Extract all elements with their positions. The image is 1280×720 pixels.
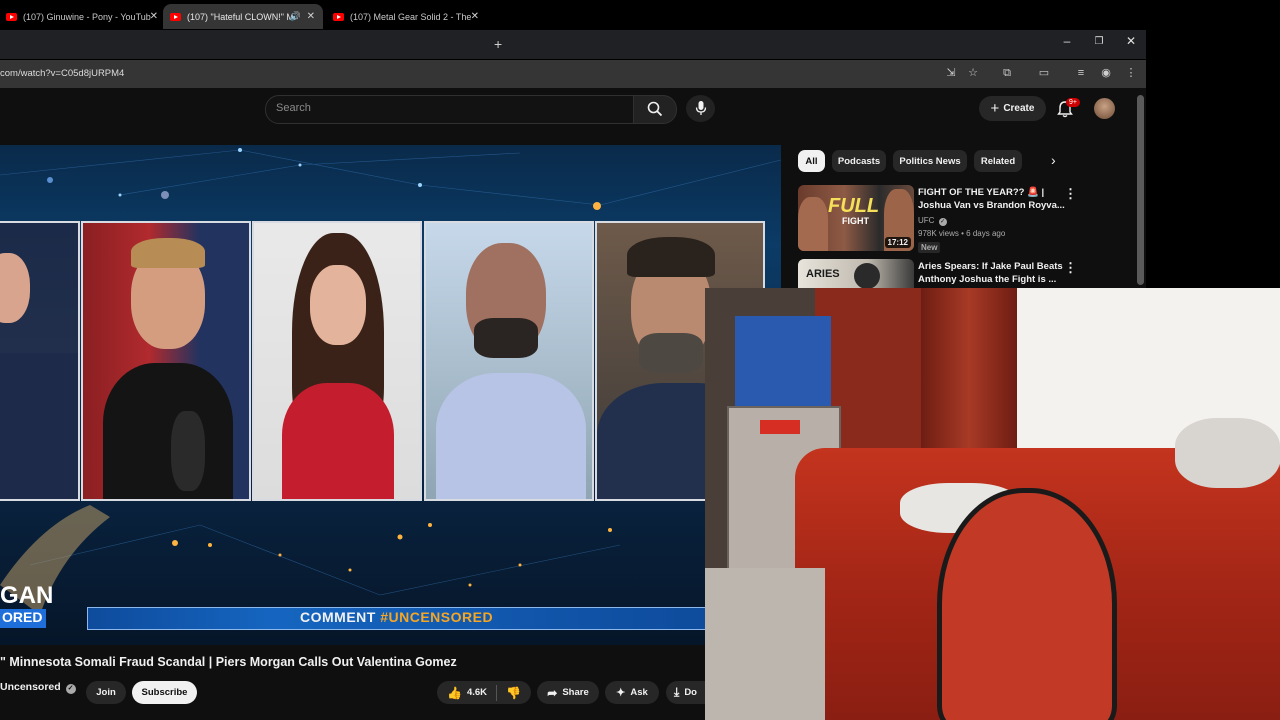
chip-related[interactable]: Related: [974, 150, 1022, 172]
recommendation-meta: 978K views • 6 days ago: [918, 229, 1006, 238]
close-tab-icon[interactable]: ✕: [471, 11, 479, 22]
tab-ginuwine[interactable]: (107) Ginuwine - Pony - YouTub ✕: [0, 4, 166, 29]
chip-politics-news[interactable]: Politics News: [893, 150, 967, 172]
split-view-icon[interactable]: ▭: [1037, 66, 1051, 80]
recommendation-title-line2[interactable]: Joshua Van vs Brandon Royva...: [918, 199, 1065, 212]
youtube-favicon-icon: [170, 12, 181, 21]
close-tab-icon[interactable]: ✕: [307, 11, 315, 22]
verified-icon: ✓: [938, 218, 947, 226]
notification-badge: 9+: [1066, 98, 1080, 107]
search-placeholder: Search: [276, 102, 311, 114]
panelist-video-1: [0, 221, 80, 501]
voice-search-button[interactable]: [686, 95, 715, 122]
duration-badge: 17:12: [884, 237, 911, 248]
tab-title: (107) Metal Gear Solid 2 - The: [350, 11, 472, 22]
new-tab-icon[interactable]: +: [494, 36, 502, 52]
video-player[interactable]: [0, 145, 781, 645]
chevron-right-icon[interactable]: ›: [1051, 152, 1056, 168]
close-tab-icon[interactable]: ✕: [150, 11, 158, 22]
youtube-favicon-icon: [6, 12, 17, 21]
tab-hateful-clown[interactable]: (107) "Hateful CLOWN!" Mi 🔊 ✕: [163, 4, 323, 29]
profile-icon[interactable]: ◉: [1099, 66, 1113, 80]
show-logo-title: GAN: [0, 582, 54, 609]
chip-all[interactable]: All: [798, 150, 825, 172]
more-options-icon[interactable]: ⋮: [1064, 186, 1077, 202]
search-input[interactable]: [265, 95, 635, 124]
restore-icon[interactable]: ❐: [1089, 36, 1109, 47]
thumb-text: ARIES: [806, 268, 840, 280]
thumbs-down-icon[interactable]: 👎: [506, 686, 521, 700]
recommendation-channel[interactable]: UFC ✓: [918, 216, 947, 226]
bookmark-star-icon[interactable]: ☆: [966, 66, 980, 80]
thumb-text: FULL: [828, 195, 880, 217]
install-app-icon[interactable]: ⇲: [944, 66, 958, 80]
speaker-icon[interactable]: 🔊: [290, 11, 301, 22]
comment-banner-text: COMMENT #UNCENSORED: [300, 609, 493, 625]
tab-title: (107) Ginuwine - Pony - YouTub: [23, 11, 151, 22]
boxes-on-fridge: [735, 316, 831, 406]
share-icon: ➦: [547, 685, 558, 700]
minimize-icon[interactable]: –: [1057, 34, 1077, 48]
plus-icon: +: [990, 100, 1000, 117]
comment-hashtag: #UNCENSORED: [380, 609, 494, 625]
video-title: " Minnesota Somali Fraud Scandal | Piers…: [0, 655, 457, 669]
channel-name[interactable]: Uncensored ✓: [0, 681, 76, 694]
comment-prefix: COMMENT: [300, 609, 381, 625]
search-button[interactable]: [633, 95, 677, 124]
search-icon: [647, 101, 663, 117]
sparkle-icon: ✦: [616, 687, 626, 699]
tab-metal-gear[interactable]: (107) Metal Gear Solid 2 - The ✕: [327, 4, 487, 29]
panelist-video-4: [424, 221, 594, 501]
share-button[interactable]: ➦ Share: [537, 681, 599, 704]
recommendation-thumbnail[interactable]: ARIES: [798, 259, 914, 288]
recommendation-title-line1[interactable]: FIGHT OF THE YEAR?? 🚨 |: [918, 186, 1044, 199]
subscribe-button[interactable]: Subscribe: [132, 681, 197, 704]
show-logo-subtitle: ORED: [0, 609, 46, 628]
channel-name: UFC: [918, 216, 935, 225]
recommendation-title-line1[interactable]: Aries Spears: If Jake Paul Beats: [918, 260, 1063, 273]
ask-label: Ask: [630, 687, 648, 698]
youtube-favicon-icon: [333, 12, 344, 21]
extensions-icon[interactable]: ⧉: [1000, 66, 1014, 80]
browser-menu-icon[interactable]: ⋮: [1124, 66, 1138, 80]
recommendation-title-line2[interactable]: Anthony Joshua the Fight is ...: [918, 273, 1056, 286]
thumb-subtext: FIGHT: [842, 216, 869, 226]
channel-label: Uncensored: [0, 681, 61, 693]
ask-button[interactable]: ✦ Ask: [605, 681, 659, 704]
pillow: [1175, 418, 1280, 488]
verified-icon: ✓: [65, 684, 76, 694]
create-button[interactable]: + Create: [979, 96, 1046, 121]
tab-title: (107) "Hateful CLOWN!" Mi: [187, 11, 296, 22]
join-button[interactable]: Join: [86, 681, 126, 704]
microphone-icon: [695, 101, 707, 115]
new-badge: New: [918, 242, 941, 253]
thumbs-up-icon: 👍: [447, 685, 462, 700]
media-control-icon[interactable]: ≡: [1074, 66, 1088, 80]
share-label: Share: [562, 687, 589, 698]
like-dislike-group: 👍 4.6K 👎: [437, 681, 531, 704]
download-icon: ⤓: [674, 685, 680, 699]
download-label: Do: [684, 687, 697, 698]
recommendation-thumbnail[interactable]: FULL FIGHT 17:12: [798, 185, 914, 251]
panelist-video-3: [252, 221, 422, 501]
create-label: Create: [1003, 103, 1035, 114]
like-count: 4.6K: [466, 687, 488, 698]
tab-strip: [0, 30, 1146, 59]
account-avatar[interactable]: [1094, 98, 1115, 119]
url-text[interactable]: com/watch?v=C05d8jURPM4: [0, 68, 124, 79]
chair: [937, 488, 1117, 720]
page-scrollbar[interactable]: [1137, 95, 1144, 285]
webcam-overlay: [705, 288, 1280, 720]
panelist-video-2: [81, 221, 251, 501]
more-options-icon[interactable]: ⋮: [1064, 260, 1077, 276]
chip-podcasts[interactable]: Podcasts: [832, 150, 886, 172]
like-button[interactable]: 👍 4.6K: [447, 686, 487, 700]
close-window-icon[interactable]: ✕: [1121, 34, 1141, 48]
